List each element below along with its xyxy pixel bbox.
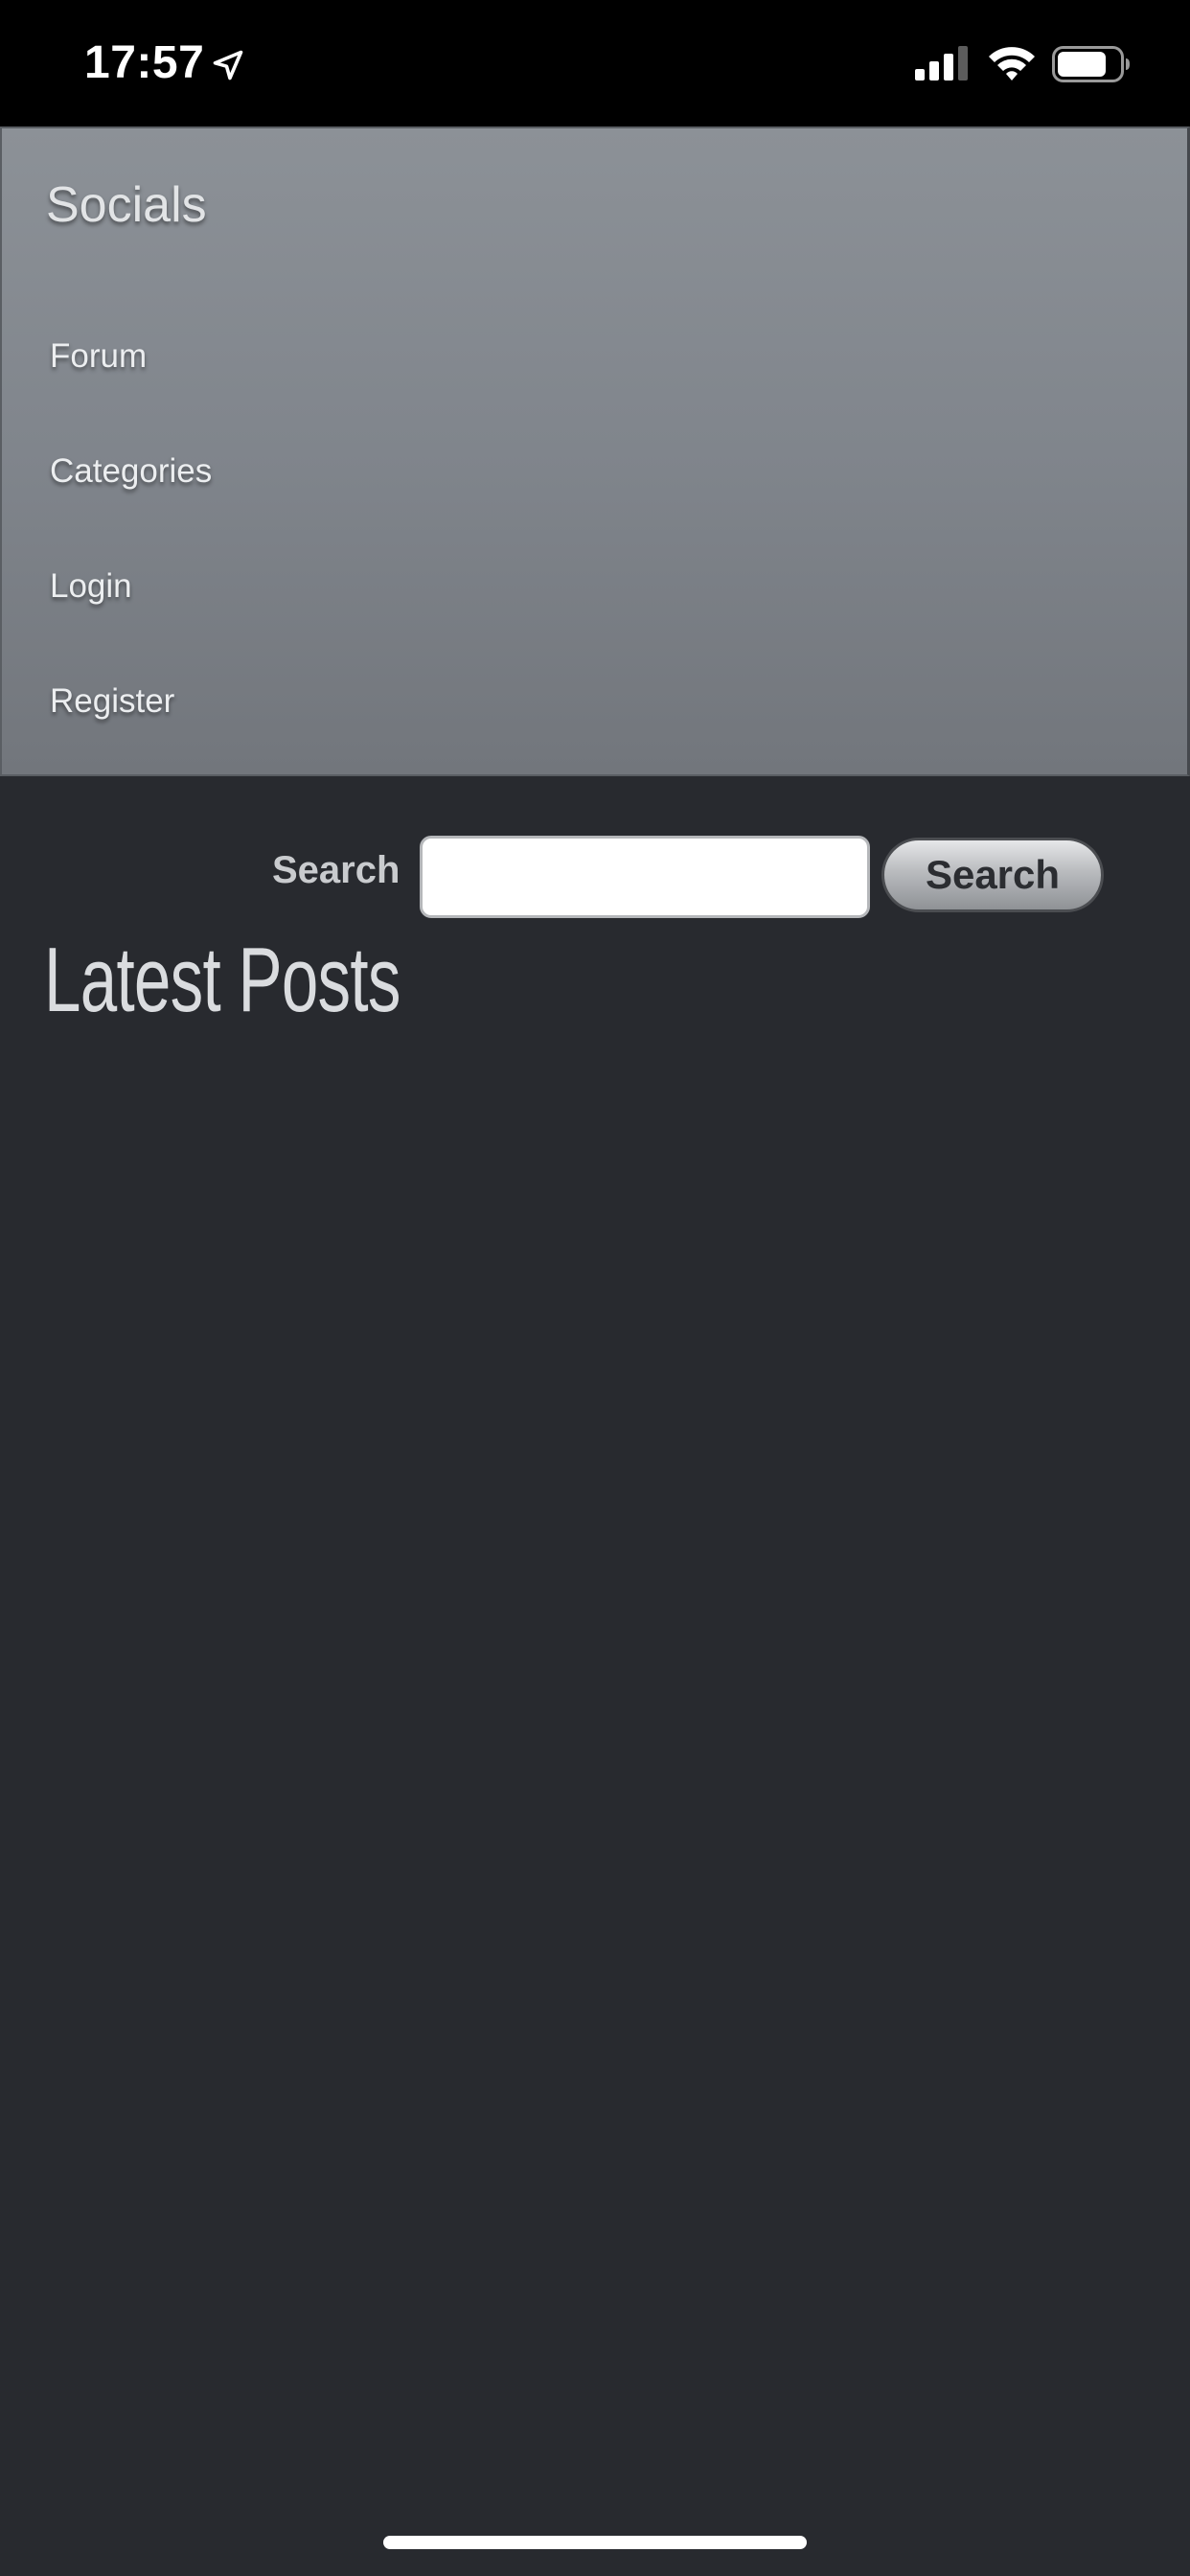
search-button[interactable]: Search (881, 838, 1104, 912)
nav-panel: Socials Forum Categories Login Register (0, 126, 1190, 776)
search-label: Search (272, 849, 400, 891)
location-arrow-icon (213, 50, 243, 80)
cellular-signal-icon (915, 46, 968, 80)
nav-item-login[interactable]: Login (50, 567, 132, 606)
nav-item-forum[interactable]: Forum (50, 337, 147, 376)
wifi-icon (989, 47, 1035, 80)
site-title[interactable]: Socials (46, 176, 207, 234)
search-input[interactable] (420, 836, 870, 918)
nav-item-categories[interactable]: Categories (50, 452, 212, 491)
nav-item-register[interactable]: Register (50, 682, 174, 721)
home-indicator[interactable] (383, 2536, 807, 2549)
status-bar: 17:57 (0, 0, 1190, 126)
status-time: 17:57 (84, 37, 205, 88)
latest-posts-heading: Latest Posts (44, 929, 400, 1031)
battery-icon (1052, 46, 1130, 82)
